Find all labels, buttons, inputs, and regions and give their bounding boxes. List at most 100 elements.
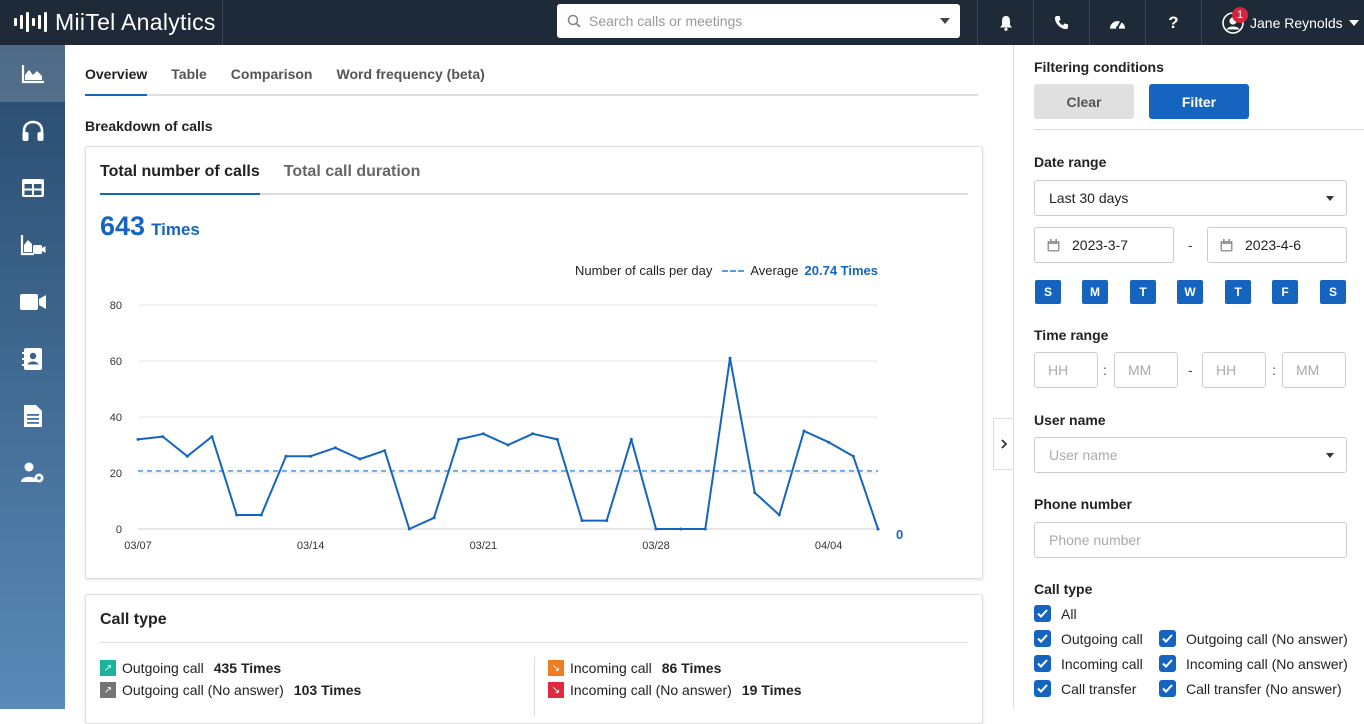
- notifications-button[interactable]: [977, 0, 1033, 45]
- start-hour-input[interactable]: HH: [1034, 352, 1098, 388]
- top-bar: MiiTel Analytics ? 1 Jane Reynolds: [0, 0, 1364, 45]
- sidebar-item-table[interactable]: [0, 159, 65, 216]
- phone-button[interactable]: [1033, 0, 1089, 45]
- call-type-divider: [100, 642, 968, 643]
- legend-average-dash: [722, 269, 745, 272]
- tab-table[interactable]: Table: [171, 45, 207, 96]
- sidebar-item-user-settings[interactable]: [0, 444, 65, 501]
- calendar-icon: [1047, 238, 1060, 251]
- data-point: [802, 429, 806, 433]
- end-hour-input[interactable]: HH: [1202, 352, 1266, 388]
- day-toggle-thursday[interactable]: T: [1225, 280, 1251, 304]
- chevron-right-icon: [1000, 439, 1007, 449]
- data-point: [259, 513, 263, 517]
- checkbox-call-transfer[interactable]: Call transfer: [1034, 680, 1136, 697]
- data-point: [407, 527, 411, 531]
- date-range-label: Date range: [1034, 154, 1107, 170]
- day-toggle-monday[interactable]: M: [1082, 280, 1108, 304]
- outgoing-call-icon: ↗: [100, 660, 116, 676]
- data-point: [605, 519, 609, 523]
- day-toggle-wednesday[interactable]: W: [1177, 280, 1203, 304]
- tab-overview[interactable]: Overview: [85, 45, 148, 96]
- y-tick-labels: 0 20 40 60 80: [110, 300, 122, 536]
- checkbox-outgoing-no-answer[interactable]: Outgoing call (No answer): [1159, 630, 1348, 647]
- y-tick-label: 80: [110, 300, 122, 312]
- call-type-label: Incoming call: [570, 660, 652, 676]
- speedometer-icon: [1109, 20, 1126, 29]
- time-colon: :: [1103, 362, 1107, 378]
- total-calls-unit: Times: [151, 220, 200, 239]
- start-minute-input[interactable]: MM: [1114, 352, 1178, 388]
- date-range-select[interactable]: Last 30 days: [1034, 180, 1347, 216]
- main-tabs: Overview Table Comparison Word frequency…: [85, 45, 978, 96]
- search-box[interactable]: [557, 4, 960, 38]
- sidebar-item-analytics[interactable]: [0, 45, 65, 102]
- date-from-input[interactable]: 2023-3-7: [1034, 227, 1174, 263]
- data-point: [629, 437, 633, 441]
- phone-icon: [1054, 15, 1069, 30]
- day-toggle-friday[interactable]: F: [1272, 280, 1298, 304]
- sidebar-item-calls[interactable]: [0, 102, 65, 159]
- checkbox-label: Call transfer: [1061, 680, 1137, 697]
- date-to-input[interactable]: 2023-4-6: [1207, 227, 1347, 263]
- day-toggle-tuesday[interactable]: T: [1130, 280, 1156, 304]
- time-colon: :: [1272, 362, 1276, 378]
- data-point: [161, 435, 165, 439]
- data-point: [432, 516, 436, 520]
- phone-number-label: Phone number: [1034, 496, 1133, 512]
- help-button[interactable]: ?: [1145, 0, 1201, 45]
- data-point: [333, 446, 337, 450]
- checkmark-icon: [1159, 655, 1176, 672]
- chevron-down-icon: [1348, 19, 1359, 26]
- legend-average-value: 20.74 Times: [804, 263, 878, 278]
- area-chart-icon: [21, 64, 44, 83]
- dashboard-button[interactable]: [1089, 0, 1145, 45]
- tab-comparison[interactable]: Comparison: [231, 45, 313, 96]
- sidebar-item-contacts[interactable]: [0, 330, 65, 387]
- legend-average-label: Average: [750, 263, 799, 278]
- checkbox-all[interactable]: All: [1034, 605, 1077, 622]
- chart-grid: [138, 304, 878, 530]
- y-tick-label: 0: [116, 524, 122, 536]
- checkbox-incoming-no-answer[interactable]: Incoming call (No answer): [1159, 655, 1348, 672]
- end-minute-input[interactable]: MM: [1282, 352, 1346, 388]
- day-toggle-saturday[interactable]: S: [1320, 280, 1346, 304]
- tab-word-frequency[interactable]: Word frequency (beta): [336, 45, 484, 96]
- chevron-down-icon: [1326, 196, 1334, 201]
- collapse-panel-button[interactable]: [993, 418, 1013, 470]
- sidebar-item-documents[interactable]: [0, 387, 65, 444]
- user-name-placeholder: User name: [1049, 447, 1118, 463]
- data-point: [654, 527, 658, 531]
- date-range-value: Last 30 days: [1049, 190, 1129, 206]
- call-type-label: Incoming call (No answer): [570, 682, 732, 698]
- user-menu[interactable]: 1 Jane Reynolds: [1201, 0, 1364, 45]
- contact-book-icon: [21, 347, 42, 370]
- tab-total-duration[interactable]: Total call duration: [284, 147, 421, 195]
- call-type-label: Outgoing call (No answer): [122, 682, 284, 698]
- checkbox-label: Incoming call (No answer): [1186, 655, 1348, 672]
- user-name-select[interactable]: User name: [1034, 437, 1347, 473]
- checkbox-call-transfer-no-answer[interactable]: Call transfer (No answer): [1159, 680, 1342, 697]
- filter-divider: [1034, 129, 1364, 130]
- checkmark-icon: [1159, 630, 1176, 647]
- day-toggle-sunday[interactable]: S: [1035, 280, 1061, 304]
- sidebar-item-meetings[interactable]: [0, 273, 65, 330]
- phone-number-input[interactable]: Phone number: [1034, 522, 1347, 558]
- call-type-value: 86 Times: [661, 660, 722, 676]
- main-content: Overview Table Comparison Word frequency…: [65, 45, 1013, 724]
- sidebar-item-call-analysis[interactable]: [0, 216, 65, 273]
- data-point: [481, 432, 485, 436]
- search-input[interactable]: [589, 13, 932, 29]
- document-icon: [23, 404, 42, 427]
- tab-total-calls[interactable]: Total number of calls: [100, 147, 260, 195]
- checkbox-incoming-call[interactable]: Incoming call: [1034, 655, 1143, 672]
- clear-button[interactable]: Clear: [1034, 84, 1134, 119]
- app-logo[interactable]: MiiTel Analytics: [14, 8, 216, 36]
- data-point: [777, 513, 781, 517]
- filter-button[interactable]: Filter: [1149, 84, 1249, 119]
- chevron-down-icon[interactable]: [940, 18, 950, 24]
- checkbox-outgoing-call[interactable]: Outgoing call: [1034, 630, 1143, 647]
- call-type-incoming-no-answer: ↘ Incoming call (No answer) 19 Times: [548, 682, 802, 698]
- outgoing-no-answer-icon: ↗: [100, 682, 116, 698]
- date-to-value: 2023-4-6: [1245, 237, 1302, 253]
